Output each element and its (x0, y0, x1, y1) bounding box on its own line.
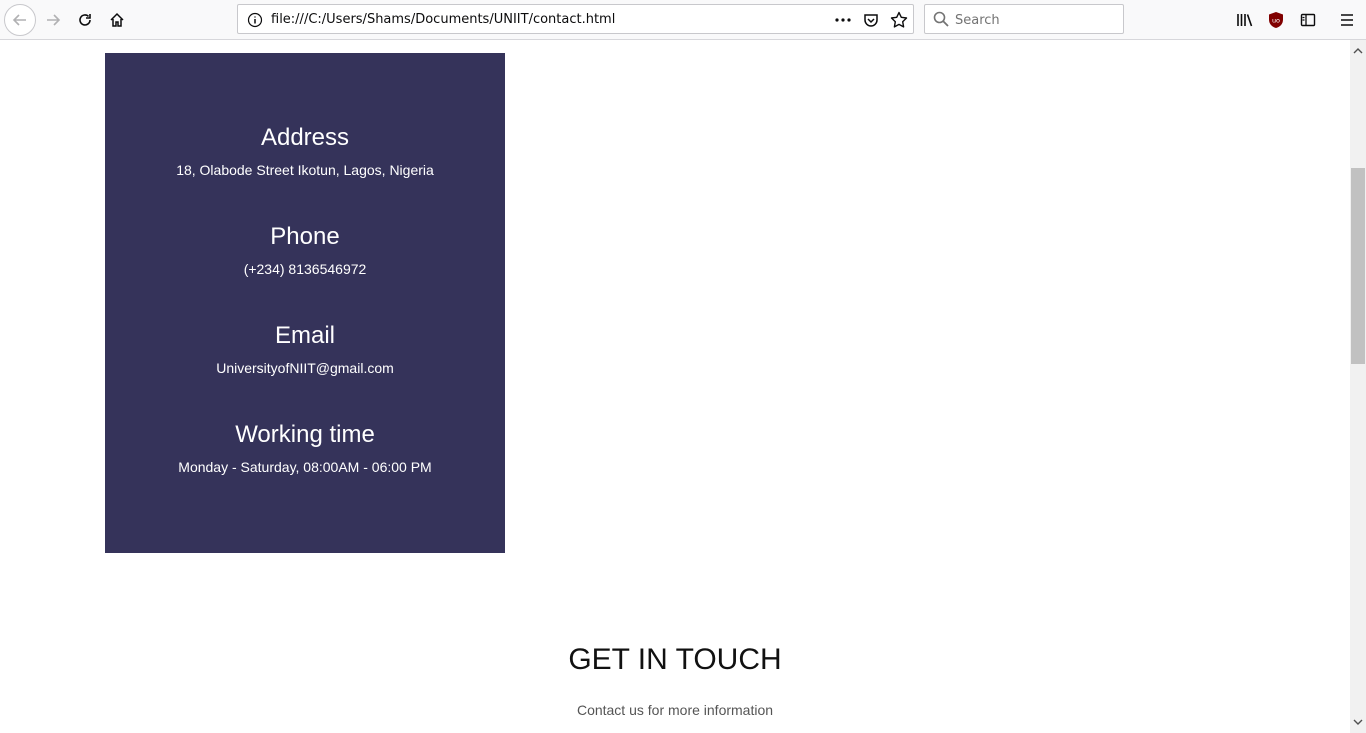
forward-button[interactable] (38, 5, 68, 35)
back-button[interactable] (4, 4, 36, 36)
url-text: file:///C:/Users/Shams/Documents/UNIIT/c… (271, 12, 616, 27)
arrow-left-icon (12, 14, 26, 26)
bookmark-star-icon[interactable] (889, 10, 909, 30)
working-time-value: Monday - Saturday, 08:00AM - 06:00 PM (178, 459, 432, 475)
more-actions-icon[interactable] (833, 10, 853, 30)
get-in-touch-subtitle: Contact us for more information (576, 702, 774, 718)
home-icon (110, 12, 124, 27)
browser-toolbar: file:///C:/Users/Shams/Documents/UNIIT/c… (0, 0, 1366, 40)
working-time-title: Working time (235, 421, 375, 448)
phone-value: (+234) 8136546972 (243, 261, 367, 277)
ublock-button[interactable]: uo (1261, 5, 1291, 35)
library-button[interactable] (1230, 5, 1260, 35)
arrow-right-icon (47, 14, 61, 26)
search-bar[interactable] (924, 4, 1124, 34)
url-bar[interactable]: file:///C:/Users/Shams/Documents/UNIIT/c… (237, 4, 914, 34)
email-title: Email (274, 322, 335, 349)
home-button[interactable] (102, 5, 132, 35)
working-time-block: Working time Monday - Saturday, 08:00AM … (105, 421, 505, 475)
svg-text:uo: uo (1272, 17, 1280, 25)
phone-title: Phone (270, 223, 340, 250)
pocket-icon[interactable] (861, 10, 881, 30)
ublock-shield-icon: uo (1269, 12, 1283, 28)
scroll-up-arrow-icon[interactable] (1353, 42, 1363, 60)
hamburger-menu-icon (1341, 14, 1353, 26)
address-value: 18, Olabode Street Ikotun, Lagos, Nigeri… (176, 162, 434, 178)
search-input[interactable] (955, 10, 1115, 30)
email-block: Email UniversityofNIIT@gmail.com (105, 322, 505, 376)
reload-icon (79, 14, 91, 26)
search-icon (933, 11, 949, 32)
info-icon[interactable] (247, 12, 263, 33)
library-icon (1237, 14, 1253, 27)
get-in-touch-heading: GET IN TOUCH (568, 643, 782, 676)
phone-block: Phone (+234) 8136546972 (105, 223, 505, 277)
sidebar-button[interactable] (1293, 5, 1323, 35)
address-block: Address 18, Olabode Street Ikotun, Lagos… (105, 124, 505, 178)
reload-button[interactable] (70, 5, 100, 35)
sidebar-icon (1300, 13, 1316, 27)
email-value: UniversityofNIIT@gmail.com (216, 360, 394, 376)
address-title: Address (260, 124, 350, 151)
contact-info-panel: Address 18, Olabode Street Ikotun, Lagos… (105, 53, 505, 553)
scroll-down-arrow-icon[interactable] (1353, 713, 1363, 731)
vertical-scrollbar[interactable] (1350, 40, 1366, 733)
scrollbar-thumb[interactable] (1351, 168, 1365, 364)
page-viewport: Address 18, Olabode Street Ikotun, Lagos… (0, 40, 1350, 733)
menu-button[interactable] (1332, 5, 1362, 35)
